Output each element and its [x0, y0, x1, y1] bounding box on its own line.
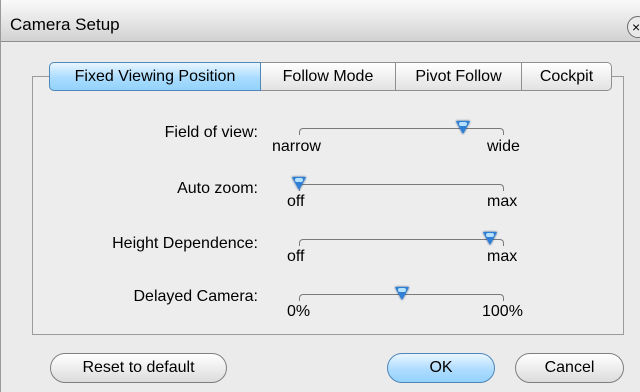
- slider-thumb-icon[interactable]: [482, 232, 497, 245]
- field-of-view-slider[interactable]: [299, 121, 504, 140]
- tab-follow-mode[interactable]: Follow Mode: [261, 62, 396, 91]
- close-icon: ×: [632, 19, 640, 35]
- close-button[interactable]: ×: [627, 16, 640, 38]
- auto-zoom-max-label: max: [487, 193, 518, 210]
- field-of-view-label: Field of view:: [164, 124, 258, 141]
- slider-thumb-icon[interactable]: [456, 121, 470, 134]
- camera-setup-window: Camera Setup × Fixed Viewing Position Fo…: [0, 0, 640, 392]
- tab-fixed-viewing-position[interactable]: Fixed Viewing Position: [49, 62, 261, 91]
- slider-track: [299, 239, 504, 246]
- slider-track: [299, 128, 504, 135]
- field-of-view-min-label: narrow: [272, 138, 321, 155]
- window-title: Camera Setup: [10, 15, 120, 34]
- tab-cockpit[interactable]: Cockpit: [522, 62, 612, 91]
- auto-zoom-slider[interactable]: [292, 177, 504, 196]
- tab-bar: Fixed Viewing Position Follow Mode Pivot…: [49, 62, 612, 91]
- auto-zoom-label: Auto zoom:: [177, 180, 258, 197]
- delayed-camera-label: Delayed Camera:: [133, 288, 259, 305]
- title-bar[interactable]: Camera Setup ×: [1, 0, 640, 42]
- delayed-camera-min-label: 0%: [287, 303, 311, 320]
- cancel-button[interactable]: Cancel: [515, 353, 624, 383]
- slider-thumb-icon[interactable]: [394, 287, 409, 300]
- slider-thumb-icon[interactable]: [292, 177, 306, 190]
- auto-zoom-min-label: off: [287, 193, 305, 210]
- delayed-camera-slider[interactable]: [299, 287, 504, 306]
- ok-button[interactable]: OK: [387, 353, 495, 383]
- tab-pivot-follow[interactable]: Pivot Follow: [396, 62, 522, 91]
- field-of-view-max-label: wide: [487, 138, 520, 155]
- height-dependence-max-label: max: [487, 248, 518, 265]
- height-dependence-label: Height Dependence:: [112, 235, 258, 252]
- reset-to-default-button[interactable]: Reset to default: [50, 353, 227, 383]
- height-dependence-slider[interactable]: [299, 232, 504, 251]
- delayed-camera-max-label: 100%: [482, 303, 523, 320]
- height-dependence-min-label: off: [287, 248, 305, 265]
- slider-track: [299, 184, 504, 191]
